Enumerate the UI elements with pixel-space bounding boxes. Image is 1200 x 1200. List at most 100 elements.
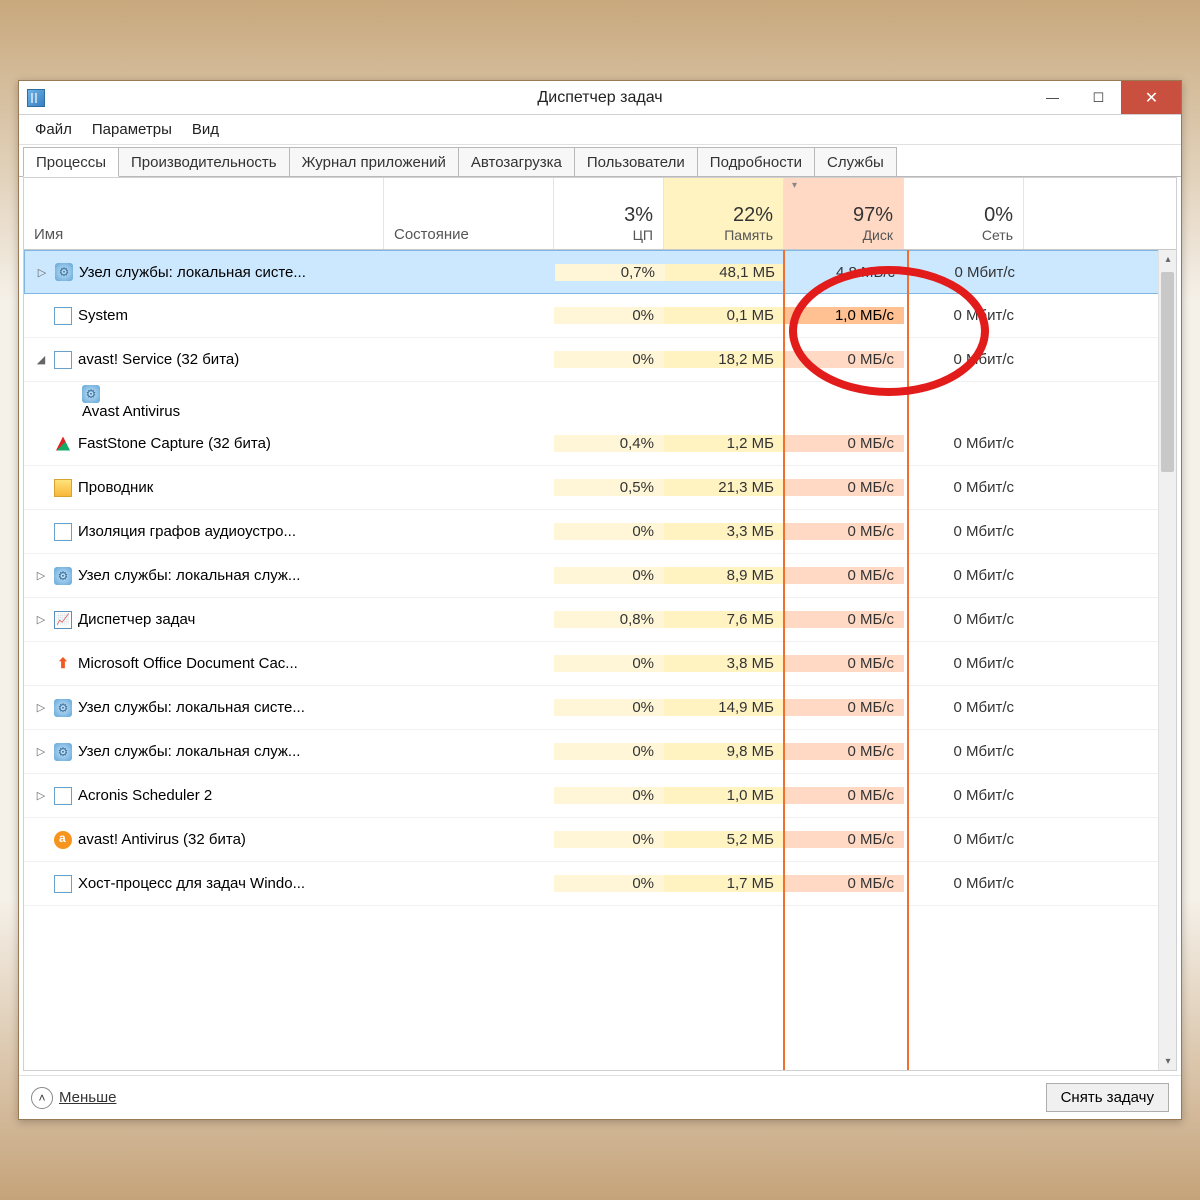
maximize-button[interactable]: ☐ [1075,81,1121,114]
disk-cell: 0 МБ/с [784,787,904,804]
process-name: Avast Antivirus [82,403,180,420]
scroll-up-icon[interactable]: ▴ [1159,250,1176,268]
process-name: Узел службы: локальная систе... [78,699,305,716]
col-memory[interactable]: 22% Память [664,178,784,249]
explorer-icon [54,479,72,497]
expand-toggle-icon[interactable]: ▷ [35,266,49,279]
expand-toggle-icon[interactable]: ▷ [34,569,48,582]
col-cpu[interactable]: 3% ЦП [554,178,664,249]
network-cell: 0 Мбит/с [904,875,1024,892]
cpu-cell: 0,7% [555,264,665,281]
network-cell: 0 Мбит/с [904,655,1024,672]
tab-details[interactable]: Подробности [697,147,815,176]
process-name: FastStone Capture (32 бита) [78,435,271,452]
disk-cell: 4,8 МБ/с [785,264,905,281]
process-name: Узел службы: локальная служ... [78,743,300,760]
process-name: Узел службы: локальная систе... [79,264,306,281]
memory-cell: 8,9 МБ [664,567,784,584]
scrollbar[interactable]: ▴ ▾ [1158,250,1176,1070]
disk-cell: 0 МБ/с [784,479,904,496]
table-row[interactable]: ▷Диспетчер задач0,8%7,6 МБ0 МБ/с0 Мбит/с [24,598,1176,642]
disk-cell: 0 МБ/с [784,523,904,540]
disk-cell: 1,0 МБ/с [784,307,904,324]
tab-processes[interactable]: Процессы [23,147,119,177]
expand-toggle-icon[interactable]: ▷ [34,745,48,758]
expand-toggle-icon[interactable]: ◢ [34,353,48,366]
network-cell: 0 Мбит/с [904,479,1024,496]
menu-options[interactable]: Параметры [82,117,182,142]
cpu-cell: 0% [554,655,664,672]
col-name[interactable]: Имя [24,178,384,249]
tab-app-history[interactable]: Журнал приложений [289,147,459,176]
titlebar[interactable]: Диспетчер задач — ☐ ✕ [19,81,1181,115]
memory-cell: 14,9 МБ [664,699,784,716]
network-cell: 0 Мбит/с [904,435,1024,452]
gear-icon [54,699,72,717]
tab-performance[interactable]: Производительность [118,147,290,176]
end-task-button[interactable]: Снять задачу [1046,1083,1169,1112]
app-icon [54,351,72,369]
network-cell: 0 Мбит/с [904,743,1024,760]
cpu-cell: 0% [554,567,664,584]
disk-cell: 0 МБ/с [784,655,904,672]
process-name-cell: ▷ Узел службы: локальная служ... [24,730,384,773]
process-name: Изоляция графов аудиоустро... [78,523,296,540]
cpu-cell: 0% [554,743,664,760]
memory-cell: 3,3 МБ [664,523,784,540]
table-row[interactable]: ▷Узел службы: локальная систе...0%14,9 М… [24,686,1176,730]
col-network[interactable]: 0% Сеть [904,178,1024,249]
process-name: avast! Antivirus (32 бита) [78,831,246,848]
table-row[interactable]: Microsoft Office Document Cac... 0%3,8 МБ… [24,642,1176,686]
tab-users[interactable]: Пользователи [574,147,698,176]
gear-icon [82,385,100,403]
process-name-cell: Microsoft Office Document Cac... [24,642,384,685]
process-name-cell: ◢avast! Service (32 бита) [24,338,384,381]
process-table: Имя Состояние 3% ЦП 22% Память ▾ 97% Дис… [23,177,1177,1071]
tab-startup[interactable]: Автозагрузка [458,147,575,176]
table-row[interactable]: Avast Antivirus [24,382,1176,422]
menu-file[interactable]: Файл [25,117,82,142]
table-row[interactable]: FastStone Capture (32 бита)0,4%1,2 МБ0 М… [24,422,1176,466]
table-row[interactable]: System0%0,1 МБ1,0 МБ/с0 Мбит/с [24,294,1176,338]
cpu-cell: 0% [554,351,664,368]
sort-indicator-icon: ▾ [792,180,797,191]
column-headers: Имя Состояние 3% ЦП 22% Память ▾ 97% Дис… [24,178,1176,250]
col-disk[interactable]: ▾ 97% Диск [784,178,904,249]
disk-cell: 0 МБ/с [784,831,904,848]
table-row[interactable]: ▷Узел службы: локальная систе...0,7%48,1… [24,250,1176,294]
table-row[interactable]: Проводник0,5%21,3 МБ0 МБ/с0 Мбит/с [24,466,1176,510]
expand-toggle-icon[interactable]: ▷ [34,789,48,802]
disk-cell: 0 МБ/с [784,743,904,760]
scroll-down-icon[interactable]: ▾ [1159,1052,1176,1070]
table-row[interactable]: ◢avast! Service (32 бита)0%18,2 МБ0 МБ/с… [24,338,1176,382]
expand-toggle-icon[interactable]: ▷ [34,613,48,626]
memory-cell: 21,3 МБ [664,479,784,496]
memory-cell: 0,1 МБ [664,307,784,324]
close-button[interactable]: ✕ [1121,81,1181,114]
fewer-details-button[interactable]: ˄ Меньше [31,1087,116,1109]
cpu-cell: 0,8% [554,611,664,628]
table-row[interactable]: ▷Acronis Scheduler 20%1,0 МБ0 МБ/с0 Мбит… [24,774,1176,818]
col-state[interactable]: Состояние [384,178,554,249]
minimize-button[interactable]: — [1029,81,1075,114]
expand-toggle-icon[interactable]: ▷ [34,701,48,714]
scroll-thumb[interactable] [1161,272,1174,472]
table-row[interactable]: ▷Узел службы: локальная служ...0%8,9 МБ0… [24,554,1176,598]
memory-cell: 3,8 МБ [664,655,784,672]
network-cell: 0 Мбит/с [904,567,1024,584]
table-row[interactable]: Изоляция графов аудиоустро... 0%3,3 МБ0 М… [24,510,1176,554]
menu-view[interactable]: Вид [182,117,229,142]
network-cell: 0 Мбит/с [904,307,1024,324]
process-name-cell: ▷Диспетчер задач [24,598,384,641]
gear-icon [54,567,72,585]
process-name-cell: Хост-процесс для задач Windo... [24,862,384,905]
network-cell: 0 Мбит/с [904,831,1024,848]
network-cell: 0 Мбит/с [904,699,1024,716]
tab-services[interactable]: Службы [814,147,897,176]
menubar: Файл Параметры Вид [19,115,1181,145]
memory-cell: 1,7 МБ [664,875,784,892]
table-row[interactable]: ▷Узел службы: локальная служ...0%9,8 МБ0… [24,730,1176,774]
table-row[interactable]: avast! Antivirus (32 бита)0%5,2 МБ0 МБ/с… [24,818,1176,862]
cpu-cell: 0% [554,523,664,540]
table-row[interactable]: Хост-процесс для задач Windo...0%1,7 МБ0… [24,862,1176,906]
